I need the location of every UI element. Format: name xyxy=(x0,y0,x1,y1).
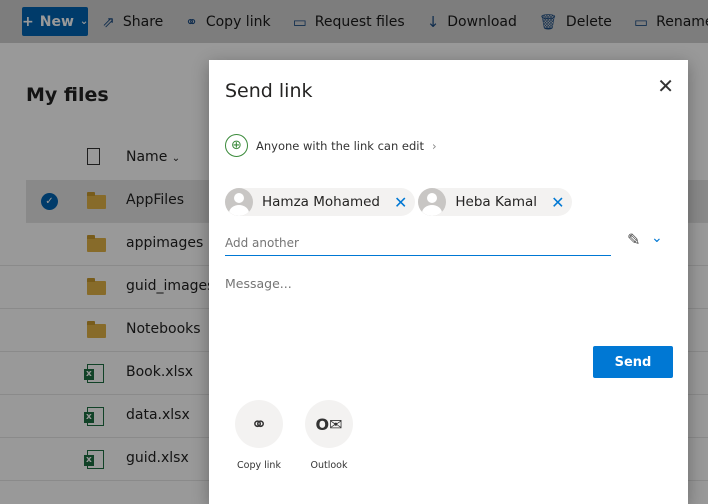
dialog-title: Send link xyxy=(225,80,313,102)
outlook-icon: O✉ xyxy=(305,400,353,448)
link-icon: ⚭ xyxy=(235,400,283,448)
close-icon[interactable]: ✕ xyxy=(657,74,674,98)
remove-recipient-icon[interactable]: ✕ xyxy=(394,193,407,212)
add-recipient-input[interactable] xyxy=(225,230,611,256)
send-link-dialog: Send link ✕ ⊕ Anyone with the link can e… xyxy=(209,60,688,504)
avatar xyxy=(418,188,447,216)
remove-recipient-icon[interactable]: ✕ xyxy=(551,193,564,212)
chevron-right-icon: › xyxy=(432,138,437,153)
chevron-down-icon[interactable]: ⌄ xyxy=(651,230,663,246)
recipient-chip: Hamza Mohamed ✕ xyxy=(225,188,416,216)
outlook-option[interactable]: O✉ Outlook xyxy=(294,400,364,471)
message-input[interactable] xyxy=(225,276,665,336)
link-permission-button[interactable]: ⊕ Anyone with the link can edit › xyxy=(225,134,437,157)
send-button[interactable]: Send xyxy=(593,346,673,378)
copy-link-option[interactable]: ⚭ Copy link xyxy=(224,400,294,471)
recipient-chip: Heba Kamal ✕ xyxy=(418,188,573,216)
pencil-icon[interactable]: ✎ xyxy=(627,230,640,249)
avatar xyxy=(225,188,253,216)
globe-icon: ⊕ xyxy=(225,134,248,157)
